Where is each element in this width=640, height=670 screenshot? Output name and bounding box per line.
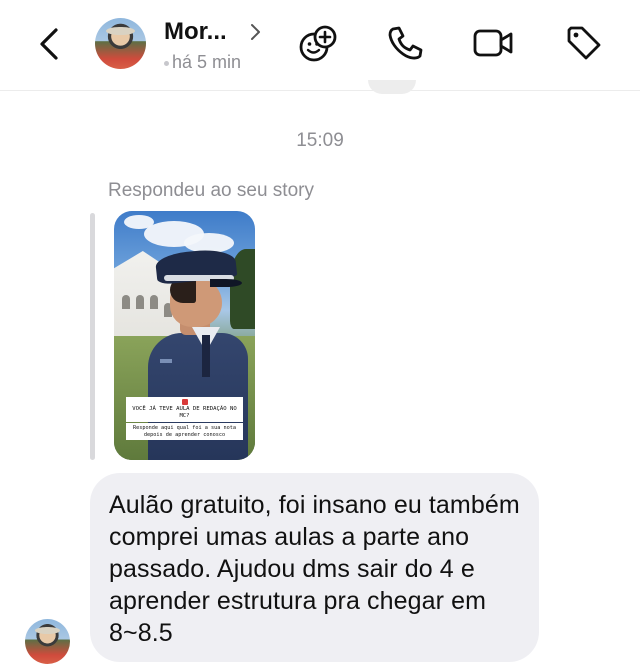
story-reply-label: Respondeu ao seu story — [108, 180, 314, 201]
chat-header: Mor... há 5 min — [0, 0, 640, 91]
phone-icon[interactable] — [384, 22, 426, 64]
message-text: Aulão gratuito, foi insano eu também com… — [109, 491, 520, 647]
video-camera-icon[interactable] — [472, 22, 514, 64]
story-question-sticker: VOCÊ JÁ TEVE AULA DE REDAÇÃO NO MC? — [126, 397, 243, 422]
last-active-status: há 5 min — [172, 52, 242, 72]
contact-avatar[interactable] — [95, 18, 146, 69]
reply-indicator-bar — [90, 213, 95, 460]
story-preview[interactable]: VOCÊ JÁ TEVE AULA DE REDAÇÃO NO MC? Resp… — [114, 211, 255, 460]
back-arrow-icon[interactable] — [34, 26, 68, 62]
message-bubble[interactable]: Aulão gratuito, foi insano eu também com… — [90, 473, 539, 662]
message-timestamp: 15:09 — [296, 130, 344, 151]
chevron-right-icon[interactable] — [248, 22, 262, 42]
story-answer-text: Responde aqui qual foi a sua nota depois… — [132, 425, 237, 438]
flag-icon — [181, 399, 188, 405]
tag-icon[interactable] — [563, 22, 605, 64]
activity-dot — [164, 61, 169, 66]
story-answer-sticker: Responde aqui qual foi a sua nota depois… — [126, 423, 243, 440]
sticker-icon[interactable] — [297, 22, 339, 64]
contact-name[interactable]: Mor... — [164, 18, 227, 46]
story-question-text: VOCÊ JÁ TEVE AULA DE REDAÇÃO NO MC? — [132, 406, 237, 419]
sender-avatar[interactable] — [25, 619, 70, 664]
previous-message-bubble — [368, 80, 416, 94]
